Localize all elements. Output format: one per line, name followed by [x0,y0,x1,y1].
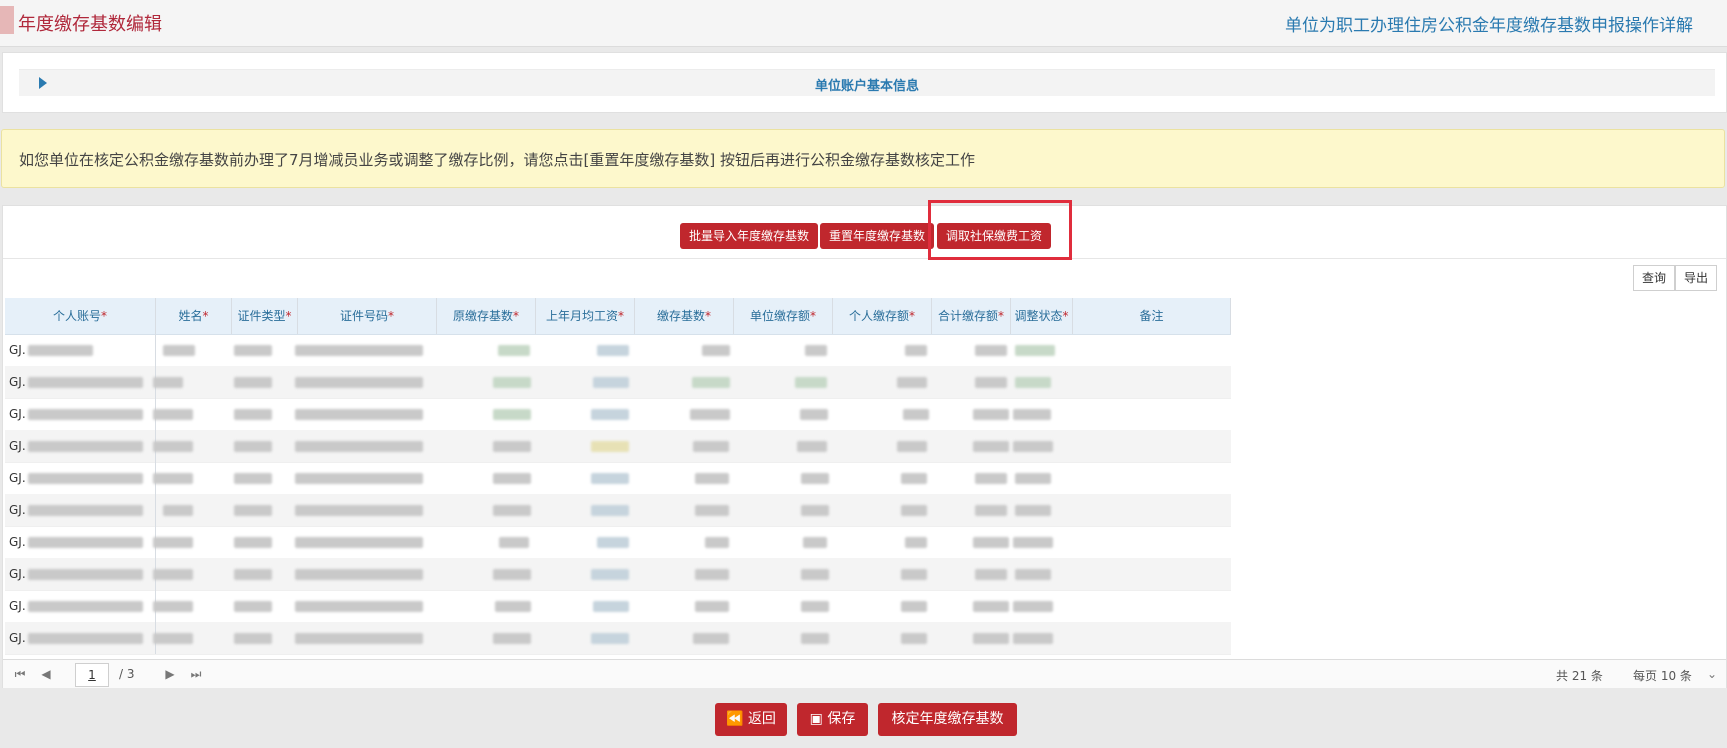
account-info-label: 单位账户基本信息 [814,79,919,94]
back-button[interactable]: ⏪ 返回 [715,703,787,736]
chevron-down-icon[interactable]: ⌄ [1705,667,1719,681]
table-row[interactable]: GJ. [5,622,1231,655]
col-header-unit-amount[interactable]: 单位缴存额* [734,298,833,334]
notice-banner: 如您单位在核定公积金缴存基数前办理了7月增减员业务或调整了缴存比例，请您点击[重… [1,129,1725,188]
col-header-remark[interactable]: 备注 [1073,298,1231,334]
save-icon: ▣ [809,711,823,727]
page-number-input[interactable]: 1 [75,663,109,687]
col-header-original-base[interactable]: 原缴存基数* [437,298,536,334]
page-title: 年度缴存基数编辑 [18,14,162,35]
title-marker [0,6,14,34]
next-page-icon[interactable]: ▶ [163,667,177,681]
back-icon: ⏪ [726,711,744,727]
table-row[interactable]: GJ. [5,462,1231,495]
col-header-id-number[interactable]: 证件号码* [298,298,437,334]
col-header-status[interactable]: 调整状态* [1011,298,1073,334]
action-toolbar: 批量导入年度缴存基数 重置年度缴存基数 调取社保缴费工资 [3,200,1726,260]
col-header-total-amount[interactable]: 合计缴存额* [932,298,1011,334]
col-header-personal-amount[interactable]: 个人缴存额* [833,298,932,334]
table-row[interactable]: GJ. [5,398,1231,431]
table-row[interactable]: GJ. [5,590,1231,623]
save-label: 保存 [827,711,856,727]
batch-import-button[interactable]: 批量导入年度缴存基数 [680,223,819,249]
highlight-box [928,200,1072,260]
account-info-toggle[interactable]: 单位账户基本信息 [19,69,1715,96]
reset-base-button[interactable]: 重置年度缴存基数 [820,223,935,249]
page-size-select[interactable]: 每页 10 条 [1633,667,1692,684]
table-row[interactable]: GJ. [5,366,1231,399]
total-pages: / 3 [119,667,135,681]
main-panel: 批量导入年度缴存基数 重置年度缴存基数 调取社保缴费工资 查询 导出 个人账号*… [2,200,1727,688]
grid-header: 个人账号* 姓名* 证件类型* 证件号码* 原缴存基数* 上年月均工资* 缴存基… [5,298,1231,335]
first-page-icon[interactable]: ⏮ [13,667,27,681]
help-link[interactable]: 单位为职工办理住房公积金年度缴存基数申报操作详解 [1285,11,1693,36]
table-row[interactable]: GJ. [5,558,1231,591]
last-page-icon[interactable]: ⏭ [189,667,203,681]
export-button[interactable]: 导出 [1675,265,1718,291]
confirm-base-button[interactable]: 核定年度缴存基数 [878,703,1017,736]
table-row[interactable]: GJ. [5,430,1231,463]
table-row[interactable]: GJ. [5,334,1231,367]
save-button[interactable]: ▣ 保存 [797,703,868,736]
col-header-id-type[interactable]: 证件类型* [232,298,298,334]
pagination-bar: ⏮ ◀ 1 / 3 ▶ ⏭ 共 21 条 每页 10 条 ⌄ [3,659,1726,688]
back-label: 返回 [747,711,776,727]
prev-page-icon[interactable]: ◀ [39,667,53,681]
col-header-name[interactable]: 姓名* [156,298,232,334]
table-row[interactable]: GJ. [5,526,1231,559]
title-bar: 年度缴存基数编辑 单位为职工办理住房公积金年度缴存基数申报操作详解 [0,0,1727,47]
col-header-avg-wage[interactable]: 上年月均工资* [536,298,635,334]
notice-text: 如您单位在核定公积金缴存基数前办理了7月增减员业务或调整了缴存比例，请您点击[重… [19,151,976,169]
col-header-base[interactable]: 缴存基数* [635,298,734,334]
total-records: 共 21 条 [1556,669,1603,683]
col-header-account[interactable]: 个人账号* [5,298,156,334]
table-row[interactable]: GJ. [5,494,1231,527]
query-button[interactable]: 查询 [1633,265,1676,291]
account-info-panel: 单位账户基本信息 [2,52,1727,113]
